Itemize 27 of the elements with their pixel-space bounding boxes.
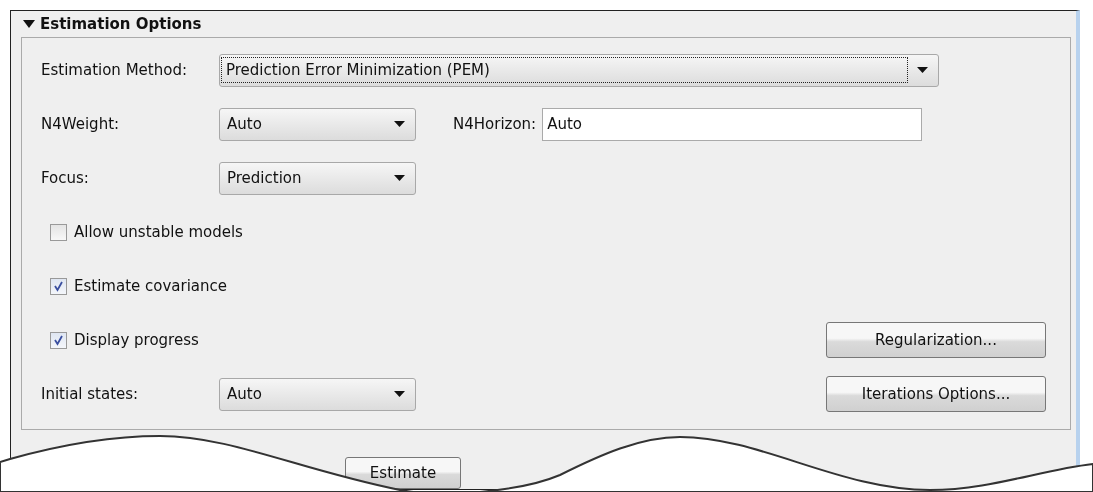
dropdown-arrow-icon <box>394 391 405 397</box>
estimate-button[interactable]: Estimate <box>345 457 461 489</box>
regularization-button[interactable]: Regularization... <box>826 322 1046 358</box>
initial-states-dropdown[interactable]: Auto <box>219 377 416 411</box>
checkbox-label: Allow unstable models <box>74 223 243 241</box>
n4weight-dropdown[interactable]: Auto <box>219 107 416 141</box>
dropdown-arrow-icon <box>394 175 405 181</box>
field-label: N4Horizon: <box>453 115 537 133</box>
focus-dropdown[interactable]: Prediction <box>219 161 416 195</box>
field-label: Focus: <box>41 169 90 187</box>
section-title: Estimation Options <box>40 15 202 33</box>
field-label: N4Weight: <box>41 115 121 133</box>
checkbox[interactable] <box>50 223 67 241</box>
field-label: Estimation Method: <box>41 61 188 79</box>
checkbox[interactable] <box>50 277 67 295</box>
checkbox-label: Display progress <box>74 331 199 349</box>
dropdown-arrow-icon <box>917 67 928 73</box>
n4horizon-field[interactable]: Auto <box>542 107 923 141</box>
field-label: Initial states: <box>41 385 140 403</box>
iterations-options-button[interactable]: Iterations Options... <box>826 376 1046 412</box>
collapse-triangle-icon[interactable] <box>23 19 35 29</box>
checkbox-label: Estimate covariance <box>74 277 228 295</box>
checkmark-icon <box>53 334 64 346</box>
checkmark-icon <box>53 280 64 292</box>
checkbox[interactable] <box>50 331 67 349</box>
dropdown-arrow-icon <box>394 121 405 127</box>
method-dropdown[interactable]: Prediction Error Minimization (PEM) <box>219 53 939 87</box>
